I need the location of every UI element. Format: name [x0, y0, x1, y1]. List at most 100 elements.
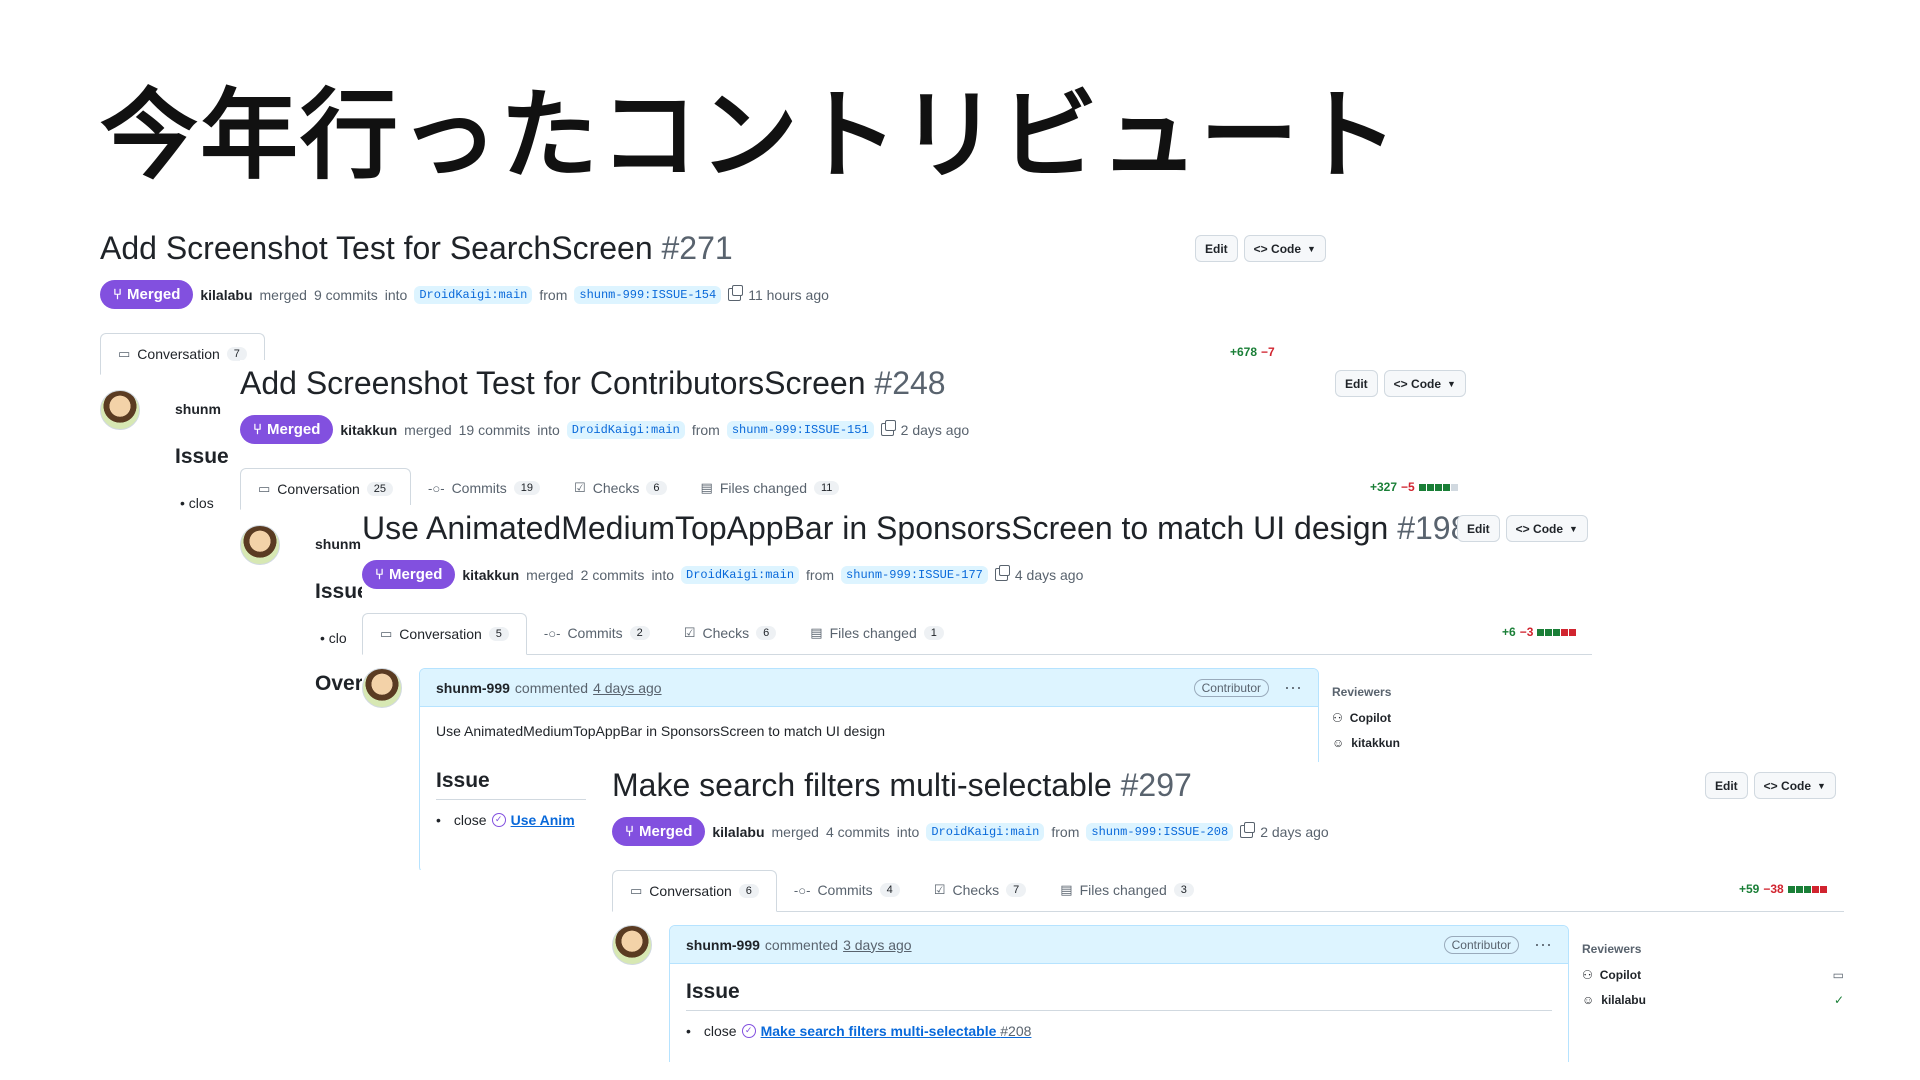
copy-icon[interactable] — [880, 420, 896, 436]
reviewers-panel: Reviewers ⚇ Copilot ▭ ☺ kilalabu ✓ — [1582, 942, 1844, 1018]
tab-checks[interactable]: ☑ Checks 6 — [557, 467, 683, 509]
merged-badge: ⑂ Merged — [240, 415, 334, 444]
reviewer-row[interactable]: ⚇Copilot▭ — [1582, 968, 1844, 982]
merge-icon: ⑂ — [625, 823, 635, 840]
copy-icon[interactable] — [994, 565, 1010, 581]
issue-link[interactable]: Use Anim — [511, 812, 575, 828]
checklist-icon: ☑ — [933, 882, 946, 897]
tab-conversation[interactable]: ▭ Conversation 6 — [612, 870, 777, 912]
code-button[interactable]: <> Code ▼ — [1753, 772, 1836, 799]
avatar[interactable] — [362, 668, 402, 708]
pr-tabs: ▭ Conversation 25 -○- Commits 19 ☑ Checks 6 ▤ F… — [240, 468, 1470, 510]
issue-heading: Issue — [436, 769, 586, 800]
code-button[interactable]: <> Code ▼ — [1505, 515, 1588, 542]
merge-icon: ⑂ — [253, 421, 263, 438]
overview-heading: Over — [315, 672, 363, 695]
commit-icon: -○- — [543, 625, 561, 641]
pr-tabs: ▭ Conversation 6 -○- Commits 4 ☑ Checks 7 ▤ Fil… — [612, 870, 1844, 912]
reviewers-panel: Reviewers ⚇Copilot▭ ☺kitakkun✓ — [1332, 685, 1602, 761]
issue-link[interactable]: Make search filters multi-selectable #20… — [761, 1023, 1032, 1039]
base-branch[interactable]: DroidKaigi:main — [926, 822, 1045, 841]
diff-bar — [1537, 625, 1577, 639]
tab-commits[interactable]: -○- Commits 4 — [777, 869, 917, 911]
issue-heading: Issue — [175, 445, 229, 468]
reviewer-row[interactable]: ☺kitakkun✓ — [1332, 736, 1602, 750]
pr-author[interactable]: kitakkun — [340, 422, 397, 438]
comment-author[interactable]: shunm — [175, 401, 221, 417]
comment-author[interactable]: shunm — [315, 536, 361, 552]
comment-author[interactable]: shunm-999 — [686, 937, 760, 953]
merged-badge: ⑂ Merged — [612, 817, 706, 846]
avatar[interactable] — [240, 525, 280, 565]
list-item: • clo — [320, 630, 347, 646]
issue-heading: Issue — [315, 580, 369, 603]
checklist-icon: ☑ — [683, 625, 696, 640]
code-button[interactable]: <> Code ▼ — [1243, 235, 1326, 262]
comment-icon: ▭ — [380, 626, 393, 641]
edit-button[interactable]: Edit — [1335, 370, 1378, 397]
pr-title: Add Screenshot Test for ContributorsScre… — [240, 365, 946, 401]
tab-checks[interactable]: ☑ Checks 7 — [917, 869, 1043, 911]
tab-conversation[interactable]: ▭ Conversation 5 — [362, 613, 527, 655]
comment-body: Issue • close ✓ Make search filters multi-s… — [670, 964, 1568, 1055]
comment-header: shunm-999 commented 4 days ago Contribut… — [420, 669, 1318, 707]
tab-files-changed[interactable]: ▤ Files changed 11 — [684, 467, 857, 509]
comment-box: shunm-999 commented 3 days ago Contribut… — [669, 925, 1569, 1062]
head-branch[interactable]: shunm-999:ISSUE-208 — [1086, 822, 1234, 841]
head-branch[interactable]: shunm-999:ISSUE-177 — [841, 565, 988, 584]
tab-commits[interactable]: -○- Commits 2 — [527, 612, 667, 654]
issue-closed-icon: ✓ — [491, 813, 506, 827]
base-branch[interactable]: DroidKaigi:main — [681, 565, 800, 584]
copy-icon[interactable] — [1240, 822, 1256, 838]
caret-down-icon: ▼ — [1569, 523, 1578, 534]
comment-icon: ▭ — [630, 883, 643, 898]
comment-icon: ▭ — [118, 346, 131, 361]
merged-badge: ⑂ Merged — [100, 280, 194, 309]
tab-checks[interactable]: ☑ Checks 6 — [667, 612, 793, 654]
pr-meta: ⑂ Merged kilalabu merged 9 commits into D… — [100, 280, 829, 309]
caret-down-icon: ▼ — [1447, 378, 1456, 389]
avatar[interactable] — [100, 390, 140, 430]
file-diff-icon: ▤ — [810, 625, 823, 640]
reviewer-row[interactable]: ☺ kilalabu ✓ — [1582, 993, 1844, 1007]
file-diff-icon: ▤ — [700, 480, 713, 495]
comment-timestamp[interactable]: 4 days ago — [593, 680, 662, 696]
diff-bar — [1787, 882, 1828, 896]
comment-header: shunm-999 commented 3 days ago Contribut… — [670, 926, 1568, 964]
head-branch[interactable]: shunm-999:ISSUE-151 — [726, 420, 874, 439]
merged-badge: ⑂ Merged — [362, 560, 456, 589]
edit-button[interactable]: Edit — [1457, 515, 1500, 542]
reviewer-row[interactable]: ⚇Copilot▭ — [1332, 711, 1602, 725]
tab-files-changed[interactable]: ▤ Files changed 3 — [1043, 869, 1211, 911]
code-button[interactable]: <> Code ▼ — [1383, 370, 1466, 397]
pr-title: Use AnimatedMediumTopAppBar in SponsorsS… — [362, 510, 1469, 546]
kebab-menu-icon[interactable]: ··· — [1534, 934, 1552, 955]
issue-heading: Issue — [686, 980, 1552, 1011]
diff-stat: +59 −38 — [1739, 882, 1828, 896]
base-branch[interactable]: DroidKaigi:main — [566, 420, 685, 439]
base-branch[interactable]: DroidKaigi:main — [414, 285, 533, 304]
kebab-menu-icon[interactable]: ··· — [1284, 677, 1302, 698]
list-item: • clos — [180, 495, 214, 511]
avatar[interactable] — [612, 925, 652, 965]
tab-files-changed[interactable]: ▤ Files changed 1 — [793, 612, 961, 654]
checklist-icon: ☑ — [574, 480, 586, 495]
edit-button[interactable]: Edit — [1195, 235, 1238, 262]
pr-meta: ⑂ Merged kitakkun merged 2 commits into D… — [362, 560, 1083, 589]
reviewers-heading: Reviewers — [1582, 942, 1642, 956]
head-branch[interactable]: shunm-999:ISSUE-154 — [574, 285, 722, 304]
diff-stat: +678 −7 — [1230, 345, 1275, 359]
pr-author[interactable]: kitakkun — [462, 567, 519, 583]
diff-stat: +327 −5 — [1370, 480, 1459, 494]
comment-timestamp[interactable]: 3 days ago — [843, 937, 912, 953]
copy-icon[interactable] — [728, 285, 744, 301]
list-item: • close ✓ Make search filters multi-selecta… — [686, 1023, 1032, 1039]
commit-icon: -○- — [793, 882, 811, 898]
issue-closed-icon: ✓ — [741, 1024, 756, 1038]
tab-commits[interactable]: -○- Commits 19 — [411, 467, 557, 509]
tab-conversation[interactable]: ▭ Conversation 25 — [240, 468, 412, 510]
pr-author[interactable]: kilalabu — [200, 287, 252, 303]
edit-button[interactable]: Edit — [1705, 772, 1748, 799]
comment-author[interactable]: shunm-999 — [436, 680, 510, 696]
pr-author[interactable]: kilalabu — [712, 824, 764, 840]
